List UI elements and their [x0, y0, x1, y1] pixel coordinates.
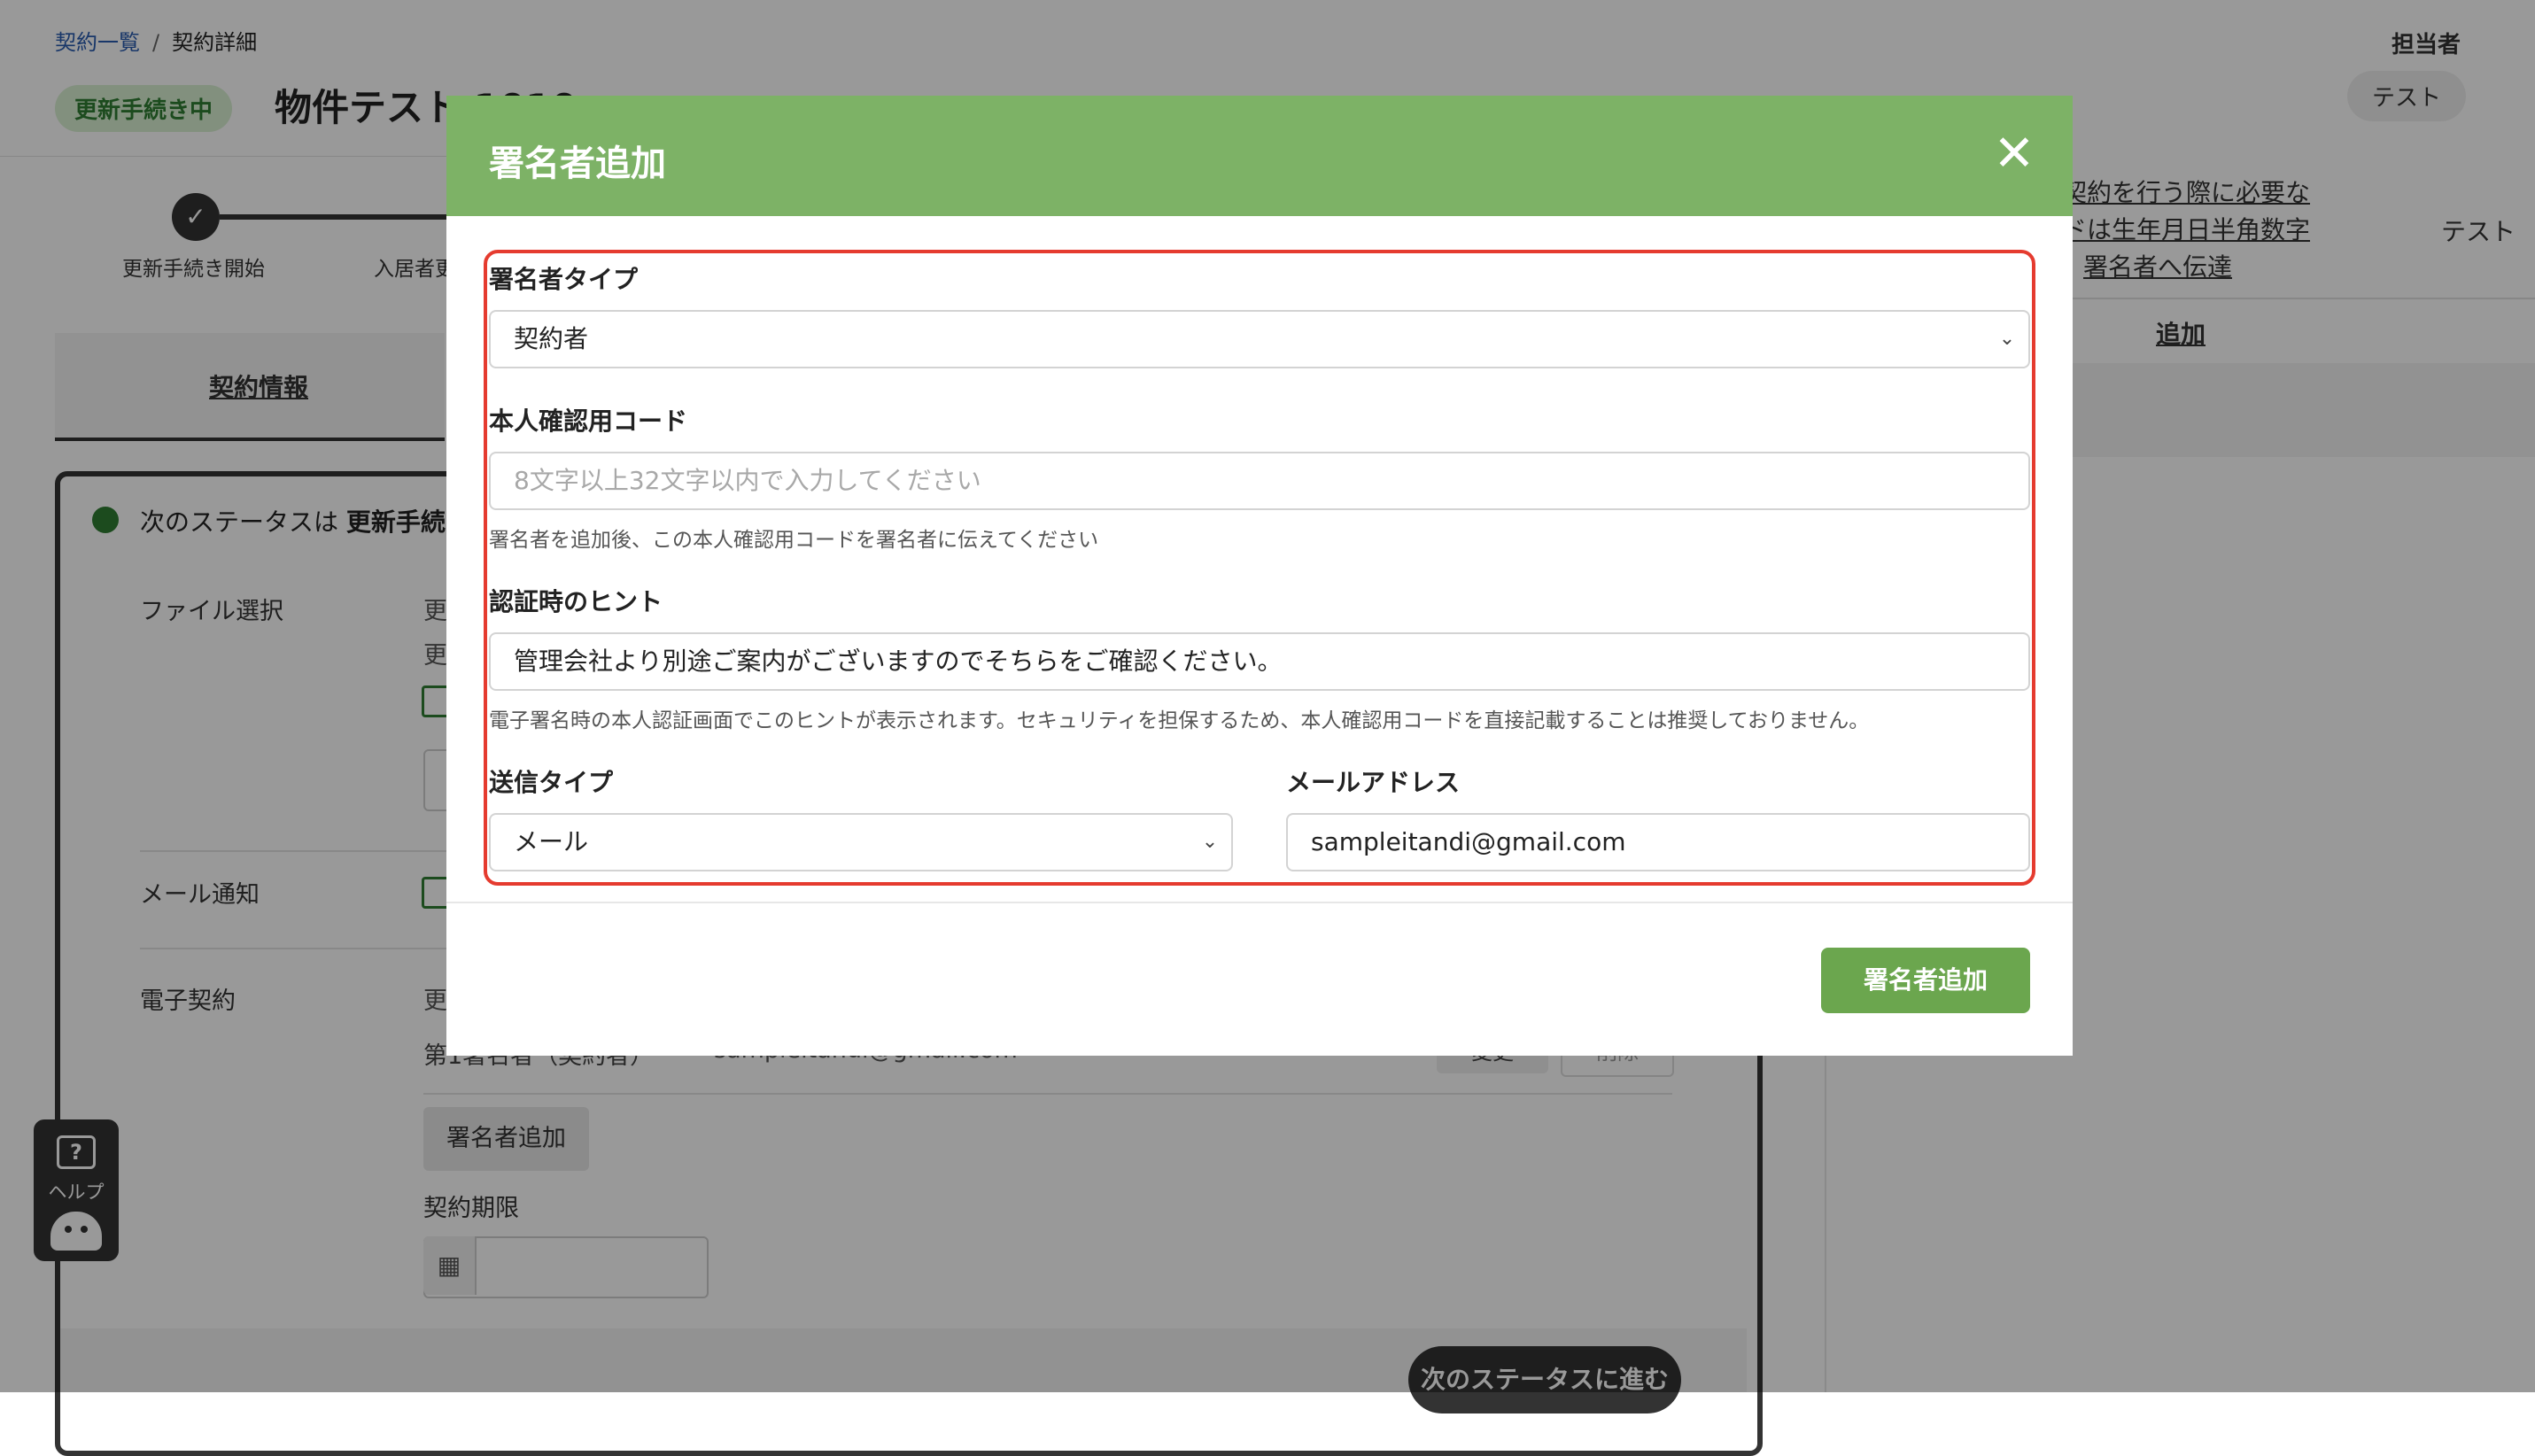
auth-hint-input[interactable]: 管理会社より別途ご案内がございますのでそちらをご確認ください。 — [489, 632, 2030, 691]
signer-type-label: 署名者タイプ — [489, 265, 639, 294]
auth-hint-label: 認証時のヒント — [489, 587, 663, 616]
verification-code-input[interactable]: 8文字以上32文字以内で入力してください — [489, 452, 2030, 510]
chevron-down-icon: ⌄ — [1998, 328, 2016, 350]
chevron-down-icon: ⌄ — [1201, 831, 1219, 853]
send-type-select[interactable]: メール ⌄ — [489, 813, 1233, 871]
modal-title: 署名者追加 — [489, 143, 666, 184]
add-signer-modal: 署名者追加 ✕ 署名者タイプ 契約者 ⌄ 本人確認用コード 8文字以上32文字以… — [446, 96, 2073, 1056]
verification-code-label: 本人確認用コード — [489, 407, 688, 436]
signer-type-value: 契約者 — [514, 324, 589, 353]
verification-code-help: 署名者を追加後、この本人確認用コードを署名者に伝えてください — [489, 529, 1099, 552]
auth-hint-help: 電子署名時の本人認証画面でこのヒントが表示されます。セキュリティを担保するため、… — [489, 709, 1870, 732]
email-label: メールアドレス — [1286, 768, 1461, 797]
add-signer-submit-button[interactable]: 署名者追加 — [1821, 948, 2030, 1013]
send-type-label: 送信タイプ — [489, 768, 614, 797]
close-icon[interactable]: ✕ — [1988, 129, 2041, 182]
signer-type-select[interactable]: 契約者 ⌄ — [489, 310, 2030, 368]
modal-footer-divider — [446, 902, 2073, 903]
modal-header: 署名者追加 ✕ — [446, 96, 2073, 216]
send-type-value: メール — [514, 827, 589, 856]
email-input[interactable]: sampleitandi@gmail.com — [1286, 813, 2030, 871]
